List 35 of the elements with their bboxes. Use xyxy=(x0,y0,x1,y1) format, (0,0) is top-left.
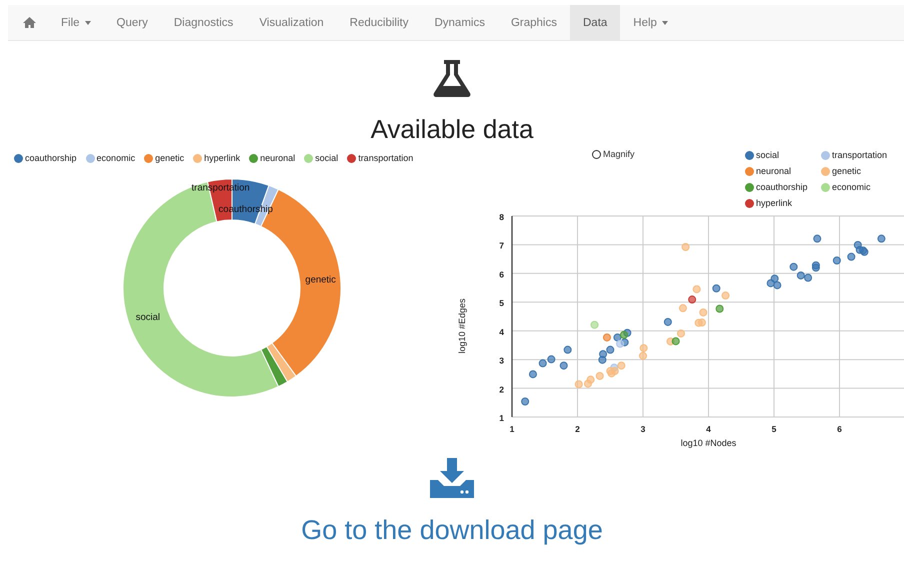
legend-label: social xyxy=(315,153,338,163)
axis-tick-label: 6 xyxy=(499,269,504,280)
axis-tick-label: 8 xyxy=(499,212,504,222)
axis-tick-label: 3 xyxy=(499,356,504,366)
axis-title: log10 #Nodes xyxy=(680,438,736,448)
legend-label: economic xyxy=(96,153,136,163)
axis-tick-label: 2 xyxy=(575,424,580,434)
axis-title: log10 #Edges xyxy=(457,298,467,354)
legend-label: social xyxy=(756,150,780,160)
axis-tick-label: 3 xyxy=(640,424,646,434)
legend-label: neuronal xyxy=(756,166,792,176)
slice-label: genetic xyxy=(305,274,336,286)
legend-label: transportation xyxy=(832,150,888,160)
axis-tick-label: 5 xyxy=(499,298,504,308)
radio-label: Magnify xyxy=(603,150,635,159)
axis-tick-label: 2 xyxy=(499,384,504,394)
axis-tick-label: 1 xyxy=(510,424,514,434)
legend-label: genetic xyxy=(155,153,184,163)
axis-tick-label: 7 xyxy=(499,240,504,251)
legend-label: coauthorship xyxy=(756,182,808,192)
slice-label: social xyxy=(136,312,160,324)
axis-tick-label: 4 xyxy=(706,424,711,434)
page-title: Available data xyxy=(370,113,534,146)
legend-label: hyperlink xyxy=(756,198,792,208)
legend-label: genetic xyxy=(832,166,862,176)
axis-tick-label: 1 xyxy=(499,413,504,423)
legend-label: transportation xyxy=(358,153,414,163)
axis-tick-label: 4 xyxy=(499,326,504,337)
legend-label: hyperlink xyxy=(204,153,240,163)
axis-tick-label: 6 xyxy=(837,424,842,434)
legend-label: coauthorship xyxy=(25,153,77,163)
slice-label: transportation xyxy=(192,182,250,194)
legend-label: neuronal xyxy=(260,153,296,163)
legend-label: economic xyxy=(832,182,871,192)
axis-tick-label: 5 xyxy=(772,424,776,434)
